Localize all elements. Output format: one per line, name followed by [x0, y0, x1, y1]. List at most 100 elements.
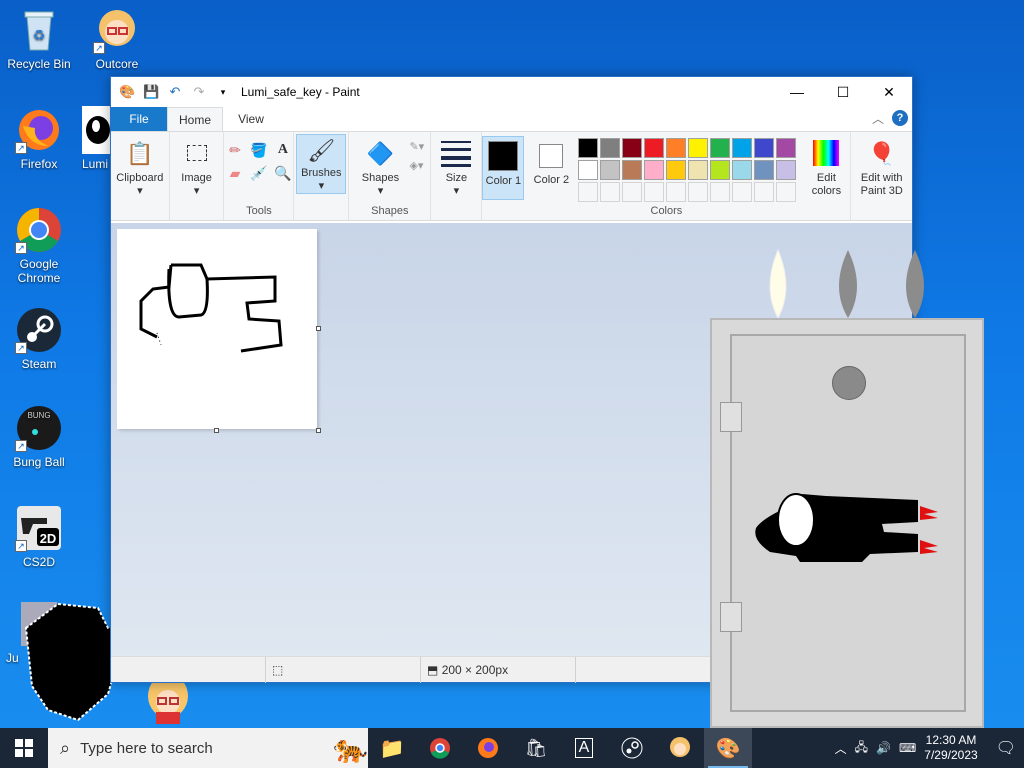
paint-app-icon[interactable]: 🎨 [119, 84, 135, 100]
fill-shape-icon[interactable]: ◈▾ [409, 159, 424, 172]
pencil-icon[interactable]: ✏ [224, 142, 246, 159]
tab-view[interactable]: View [223, 107, 279, 131]
color2-swatch [539, 144, 564, 168]
shapes-button[interactable]: 🔷 Shapes ▾ [355, 136, 405, 198]
palette-swatch[interactable] [622, 138, 643, 158]
palette-swatch[interactable] [754, 138, 775, 158]
show-hidden-icons-icon[interactable]: ︿ [835, 740, 847, 757]
edit-colors-icon [811, 138, 841, 168]
palette-swatch[interactable] [710, 138, 731, 158]
start-button[interactable] [0, 728, 48, 768]
desktop-icon-lumi[interactable]: Lumi [64, 106, 110, 171]
size-group: Size ▾ [431, 132, 483, 220]
taskbar-store[interactable]: 🛍 [512, 728, 560, 768]
fill-icon[interactable]: 🪣 [248, 142, 270, 159]
magnifier-icon[interactable]: 🔍 [272, 165, 294, 182]
taskbar-outcore[interactable] [656, 728, 704, 768]
tab-file[interactable]: File [111, 107, 167, 131]
taskbar-search[interactable]: ⌕ Type here to search 🐅 [48, 728, 368, 768]
clipboard-button[interactable]: 📋 Clipboard ▾ [115, 136, 165, 198]
palette-swatch[interactable] [776, 138, 797, 158]
safe[interactable] [710, 318, 984, 728]
desktop-icon-bung-ball[interactable]: BUNG ↗ Bung Ball [4, 404, 74, 469]
desktop-icon-google-chrome[interactable]: ↗ Google Chrome [4, 206, 74, 285]
collapse-ribbon-icon[interactable]: ︿ [872, 110, 884, 127]
recycle-bin-icon: ♻ [15, 6, 63, 54]
edit-with-paint3d-button[interactable]: 🎈 Edit with Paint 3D [852, 136, 912, 198]
help-icon[interactable]: ? [892, 110, 908, 126]
palette-empty-swatch[interactable] [600, 182, 621, 202]
keyboard-icon[interactable]: ⌨ [899, 741, 916, 755]
desktop-icon-outcore[interactable]: ↗ Outcore [82, 6, 152, 71]
notifications-icon[interactable]: 🗨 [996, 738, 1016, 758]
color-picker-icon[interactable]: 💉 [248, 165, 270, 182]
safe-door[interactable] [720, 334, 966, 712]
palette-swatch[interactable] [666, 138, 687, 158]
maximize-button[interactable]: ☐ [820, 77, 866, 107]
palette-empty-swatch[interactable] [754, 182, 775, 202]
resize-handle[interactable] [316, 326, 321, 331]
group-label: Tools [246, 205, 272, 217]
desktop-icon-cs2d[interactable]: 2D ↗ CS2D [4, 504, 74, 569]
size-button[interactable]: Size ▾ [431, 136, 481, 198]
desktop-icon-recycle-bin[interactable]: ♻ Recycle Bin [4, 6, 74, 71]
color2-button[interactable]: Color 2 [530, 136, 572, 187]
outcore-icon [670, 737, 690, 757]
taskbar-chrome[interactable] [416, 728, 464, 768]
palette-swatch[interactable] [600, 138, 621, 158]
safe-hinge [720, 402, 742, 432]
volume-icon[interactable]: 🔊 [876, 741, 891, 755]
save-icon[interactable]: 💾 [143, 84, 159, 100]
palette-empty-swatch[interactable] [644, 182, 665, 202]
taskbar-adobe[interactable]: A [560, 728, 608, 768]
outline-icon[interactable]: ✎▾ [409, 140, 424, 153]
image-button[interactable]: Image ▾ [172, 136, 222, 198]
palette-swatch[interactable] [600, 160, 621, 180]
customize-qat-icon[interactable]: ▾ [215, 87, 231, 98]
palette-empty-swatch[interactable] [776, 182, 797, 202]
palette-swatch[interactable] [644, 138, 665, 158]
palette-swatch[interactable] [732, 160, 753, 180]
tab-home[interactable]: Home [167, 107, 223, 131]
resize-handle[interactable] [214, 428, 219, 433]
palette-empty-swatch[interactable] [666, 182, 687, 202]
palette-empty-swatch[interactable] [688, 182, 709, 202]
palette-swatch[interactable] [688, 138, 709, 158]
ribbon: 📋 Clipboard▾ Image▾ ✏ 🪣 A ▰ 💉 🔍 Tools [111, 131, 912, 221]
palette-swatch[interactable] [754, 160, 775, 180]
taskbar-file-explorer[interactable]: 📁 [368, 728, 416, 768]
safe-dial[interactable] [832, 366, 866, 400]
close-button[interactable]: ✕ [866, 77, 912, 107]
palette-swatch[interactable] [776, 160, 797, 180]
network-icon[interactable]: 🖧 [855, 738, 868, 759]
taskbar-firefox[interactable] [464, 728, 512, 768]
desktop-icon-steam[interactable]: ↗ Steam [4, 306, 74, 371]
palette-swatch[interactable] [578, 138, 599, 158]
palette-empty-swatch[interactable] [710, 182, 731, 202]
palette-swatch[interactable] [710, 160, 731, 180]
palette-swatch[interactable] [688, 160, 709, 180]
palette-swatch[interactable] [578, 160, 599, 180]
text-icon[interactable]: A [272, 142, 294, 159]
palette-empty-swatch[interactable] [732, 182, 753, 202]
clock[interactable]: 12:30 AM 7/29/2023 [924, 733, 977, 763]
edit-colors-button[interactable]: Edit colors [802, 136, 850, 198]
palette-swatch[interactable] [666, 160, 687, 180]
drawing-canvas[interactable] [117, 229, 317, 429]
brushes-button[interactable]: 🖌 Brushes ▾ [296, 134, 347, 194]
palette-swatch[interactable] [622, 160, 643, 180]
minimize-button[interactable]: — [774, 77, 820, 107]
palette-empty-swatch[interactable] [622, 182, 643, 202]
clock-time: 12:30 AM [925, 733, 977, 747]
clock-date: 7/29/2023 [924, 748, 978, 762]
color1-button[interactable]: Color 1 [482, 136, 525, 200]
taskbar-steam[interactable] [608, 728, 656, 768]
eraser-icon[interactable]: ▰ [224, 165, 246, 182]
undo-icon[interactable]: ↶ [167, 84, 183, 100]
resize-handle[interactable] [316, 428, 321, 433]
palette-empty-swatch[interactable] [578, 182, 599, 202]
taskbar-paint[interactable]: 🎨 [704, 728, 752, 768]
palette-swatch[interactable] [732, 138, 753, 158]
palette-swatch[interactable] [644, 160, 665, 180]
redo-icon[interactable]: ↷ [191, 84, 207, 100]
